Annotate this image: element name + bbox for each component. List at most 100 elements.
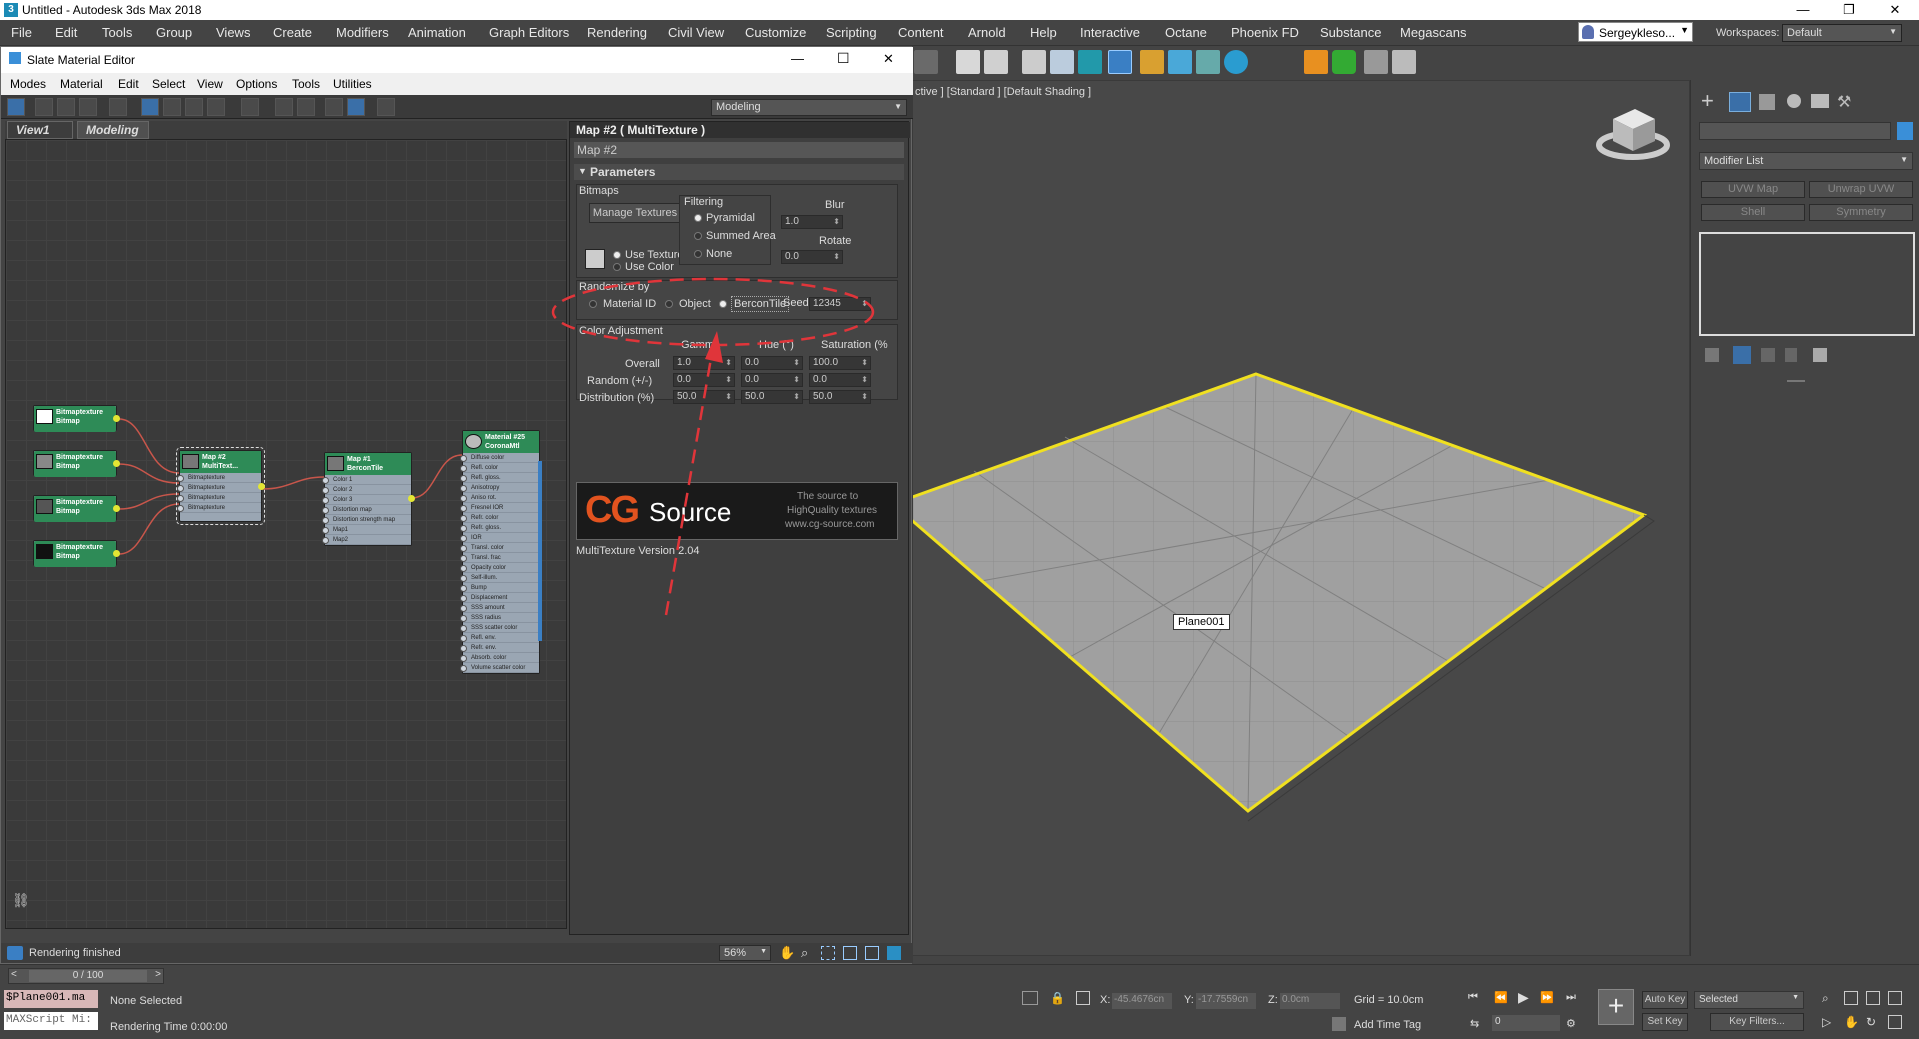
isolate-selection-icon[interactable] [1022,991,1038,1005]
play-icon[interactable]: ▶ [1518,989,1529,1006]
orbit-icon[interactable]: ↻ [1866,1015,1876,1029]
current-frame-spinner[interactable]: 0 [1492,1015,1560,1031]
toggle-ribbon-icon[interactable] [1022,50,1046,74]
slate-maximize-button[interactable]: ☐ [837,50,850,67]
multitexture-node[interactable]: Map #2 MultiText... Bitmaptexture Bitmapt… [176,447,265,525]
map-name-field[interactable]: Map #2 [574,142,904,158]
node-view[interactable]: Bitmaptexture Bitmap Bitmaptexture Bitmap … [5,139,567,929]
slate-menu-select[interactable]: Select [152,77,185,91]
menu-civil-view[interactable]: Civil View [668,25,724,40]
make-unique-icon[interactable] [1761,348,1775,362]
slate-minimize-button[interactable]: — [791,51,804,66]
menu-substance[interactable]: Substance [1320,25,1381,40]
blur-spinner[interactable]: 1.0 [781,215,843,229]
maxscript-listener-input[interactable]: $Plane001.ma [4,990,98,1008]
input-socket-row[interactable]: Map2 [322,535,411,545]
key-filters-button[interactable]: Key Filters... [1710,1013,1804,1031]
navigator-icon[interactable]: ⛓ [12,892,30,910]
menu-graph-editors[interactable]: Graph Editors [489,25,569,40]
input-socket-row[interactable]: Self-illum. [460,573,539,583]
time-slider[interactable]: < 0 / 100 > [8,968,164,984]
configure-sets-icon[interactable] [1813,348,1827,362]
slate-menu-modes[interactable]: Modes [10,77,46,91]
goto-start-icon[interactable]: ⏮ [1468,991,1478,1004]
key-mode-icon[interactable]: ⇆ [1470,1017,1479,1030]
output-socket[interactable] [258,483,265,490]
zoom-extents-icon[interactable] [1866,991,1880,1005]
show-map-icon[interactable] [185,98,203,116]
z-coordinate-field[interactable]: 0.0cm [1280,993,1340,1009]
menu-arnold[interactable]: Arnold [968,25,1006,40]
render-setup-icon[interactable] [1140,50,1164,74]
forest-plugin-icon[interactable] [1332,50,1356,74]
material-editor-icon[interactable] [1108,50,1132,74]
menu-views[interactable]: Views [216,25,250,40]
object-name-input[interactable] [1699,122,1891,140]
cg-source-logo-banner[interactable]: CG Source The source to HighQuality text… [576,482,898,540]
motion-tab-icon[interactable] [1787,94,1801,108]
filter-pyramidal-radio[interactable] [694,214,702,222]
input-socket-row[interactable]: Refl. gloss. [460,473,539,483]
background-preview-icon[interactable] [241,98,259,116]
zoom-region-icon[interactable] [821,946,835,960]
modify-tab-icon[interactable] [1729,92,1751,112]
distribution-saturation-spinner[interactable]: 50.0 [809,390,871,404]
input-socket-row[interactable]: Refl. color [460,463,539,473]
zoom-extents-selected-icon[interactable] [865,946,879,960]
randomize-material-id-radio[interactable] [589,300,597,308]
y-coordinate-field[interactable]: -17.7559cn [1196,993,1256,1009]
menu-edit[interactable]: Edit [55,25,77,40]
input-socket-row[interactable]: IOR [460,533,539,543]
input-socket-row[interactable]: Fresnel IOR [460,503,539,513]
rendered-frame-icon[interactable] [1168,50,1192,74]
output-socket[interactable] [113,415,120,422]
output-socket[interactable] [113,460,120,467]
zoom-icon[interactable]: ⌕ [1822,991,1829,1006]
input-socket-row[interactable]: SSS scatter color [460,623,539,633]
display-tab-icon[interactable] [1811,94,1829,108]
pin-stack-icon[interactable] [1705,348,1719,362]
move-children-icon[interactable] [141,98,159,116]
close-button[interactable]: ✕ [1872,0,1918,20]
slate-close-button[interactable]: ✕ [883,51,894,67]
input-socket-row[interactable]: Transl. color [460,543,539,553]
overall-saturation-spinner[interactable]: 100.0 [809,356,871,370]
absolute-transform-icon[interactable] [1076,991,1090,1005]
input-socket-row[interactable]: Refr. env. [460,643,539,653]
filter-none-radio[interactable] [694,250,702,258]
input-socket-row[interactable]: Refr. gloss. [460,523,539,533]
slate-menu-utilities[interactable]: Utilities [333,77,372,91]
unwrap-uvw-button[interactable]: Unwrap UVW [1809,181,1913,198]
shell-button[interactable]: Shell [1701,204,1805,221]
auto-key-button[interactable]: Auto Key [1642,991,1688,1009]
delete-icon[interactable] [109,98,127,116]
input-socket-row[interactable]: Color 3 [322,495,411,505]
use-textures-radio[interactable] [613,251,621,259]
menu-customize[interactable]: Customize [745,25,806,40]
key-selection-dropdown[interactable]: Selected ▼ [1694,991,1804,1009]
input-socket-row[interactable]: Aniso rot. [460,493,539,503]
input-socket-row[interactable]: Diffuse color [460,453,539,463]
menu-create[interactable]: Create [273,25,312,40]
add-time-tag-button[interactable]: Add Time Tag [1354,1019,1421,1031]
distribution-hue-spinner[interactable]: 50.0 [741,390,803,404]
perspective-viewport[interactable]: ctive ] [Standard ] [Default Shading ] P… [912,80,1690,956]
slate-menu-material[interactable]: Material [60,77,103,91]
previous-frame-icon[interactable]: ⏪ [1494,991,1508,1004]
bitmap-node[interactable]: Bitmaptexture Bitmap [33,450,120,477]
menu-file[interactable]: File [11,25,32,40]
maximize-viewport-icon[interactable] [1888,1015,1902,1029]
maximize-view-icon[interactable] [887,946,901,960]
time-configuration-icon[interactable]: ⚙ [1566,1017,1576,1030]
randomize-object-radio[interactable] [665,300,673,308]
input-socket-row[interactable]: Bitmaptexture [177,503,261,513]
put-to-scene-icon[interactable] [57,98,75,116]
curve-editor-icon[interactable] [1050,50,1074,74]
zoom-extents-icon[interactable] [843,946,857,960]
rotate-spinner[interactable]: 0.0 [781,250,843,264]
zoom-all-icon[interactable] [1844,991,1858,1005]
input-socket-row[interactable]: Bitmaptexture [177,473,261,483]
random-gamma-spinner[interactable]: 0.0 [673,373,735,387]
randomize-bercontile-radio[interactable] [719,300,727,308]
input-socket-row[interactable]: Distortion map [322,505,411,515]
